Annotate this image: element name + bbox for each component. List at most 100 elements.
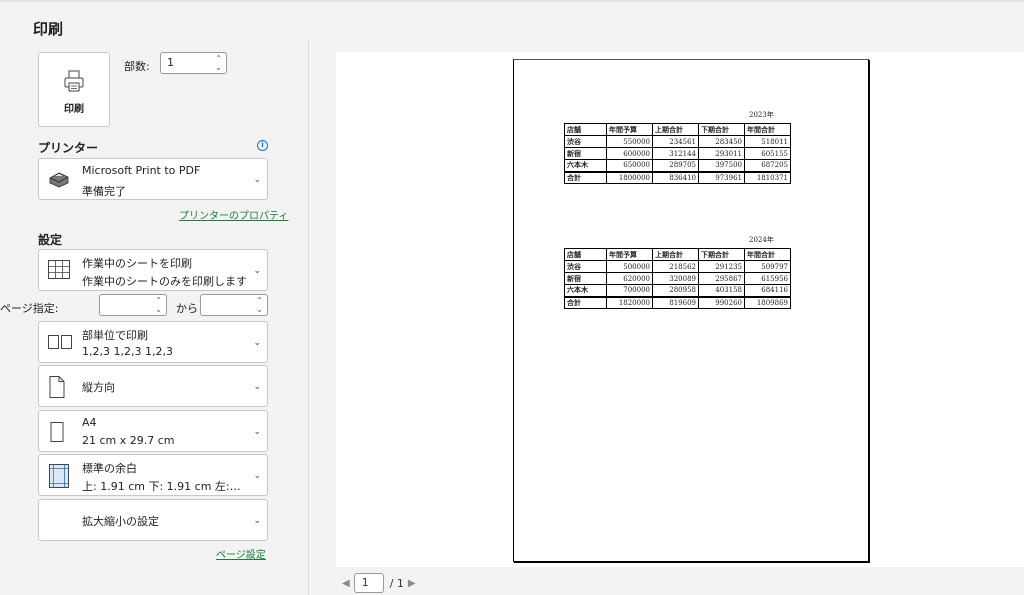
paper-size-line1: A4 (82, 416, 97, 429)
table-cell: 509797 (744, 260, 791, 273)
table-cell: 年間合計 (744, 248, 791, 261)
printer-device-icon (49, 172, 69, 188)
table-cell: 店舗 (564, 248, 607, 261)
table-cell: 973961 (698, 170, 745, 184)
page-title: 印刷 (33, 20, 64, 38)
margins-line1: 標準の余白 (82, 462, 137, 475)
table-cell: 293011 (698, 147, 745, 160)
table-cell: 六本木 (564, 159, 607, 172)
scaling-line1: 拡大縮小の設定 (82, 515, 159, 528)
next-page-icon[interactable]: ▶ (408, 578, 416, 589)
chevron-down-icon: ⌄ (253, 382, 261, 392)
table-total-row: 合計 1800000 836410 973961 1810371 (564, 170, 791, 184)
table-row: 渋谷 500000 218562 291235 509797 (564, 260, 791, 273)
printer-icon (64, 70, 84, 92)
prev-page-icon[interactable]: ◀ (342, 578, 350, 589)
panel-divider (308, 40, 309, 595)
table-cell: 320089 (652, 272, 699, 285)
collate-line2: 1,2,3 1,2,3 1,2,3 (82, 345, 173, 358)
table-cell: 1810371 (744, 170, 791, 184)
printer-select[interactable]: Microsoft Print to PDF 準備完了 ⌄ (38, 158, 268, 200)
paper-size-select[interactable]: A4 21 cm x 29.7 cm ⌄ (38, 410, 268, 452)
stepper-arrows-icon[interactable]: ⌃ ⌄ (256, 296, 263, 314)
table-cell: 615956 (744, 272, 791, 285)
table-cell: 1800000 (606, 170, 653, 184)
pages-label: ページ指定: (0, 302, 59, 315)
table-cell: 1809869 (744, 295, 791, 309)
stepper-arrows-icon[interactable]: ⌃ ⌄ (155, 296, 162, 314)
stepper-arrows-icon[interactable]: ⌃ ⌄ (215, 54, 222, 72)
table-row: 新宿 600000 312144 293011 605155 (564, 147, 791, 160)
margins-select[interactable]: 標準の余白 上: 1.91 cm 下: 1.91 cm 左:… ⌄ (38, 454, 268, 496)
table-cell: 312144 (652, 147, 699, 160)
table-cell: 289705 (652, 159, 699, 172)
table-year-label: 2024年 (749, 236, 774, 244)
chevron-down-icon: ⌄ (253, 175, 261, 185)
page-setup-link[interactable]: ページ設定 (216, 546, 266, 561)
table-cell: 600000 (606, 147, 653, 160)
table-cell: 年間予算 (606, 123, 653, 136)
sheet-grid-icon (48, 260, 70, 279)
orientation-select[interactable]: 縦方向 ⌄ (38, 365, 268, 407)
table-cell: 403158 (698, 284, 745, 297)
table-cell: 店舗 (564, 123, 607, 136)
chevron-down-icon: ⌄ (253, 427, 261, 437)
orientation-line1: 縦方向 (82, 381, 115, 394)
page-navigator: ◀ 1 / 1 ▶ (338, 572, 420, 594)
copies-label: 部数: (124, 60, 150, 73)
table-cell: 渋谷 (564, 135, 607, 148)
table-header-row: 店舗 年間予算 上期合計 下期合計 年間合計 (564, 123, 791, 136)
collate-icon (48, 335, 72, 349)
chevron-down-icon: ⌄ (253, 471, 261, 481)
table-cell: 500000 (606, 260, 653, 273)
table-cell: 687205 (744, 159, 791, 172)
table-cell: 六本木 (564, 284, 607, 297)
table-cell: 650000 (606, 159, 653, 172)
settings-heading: 設定 (38, 233, 63, 247)
scaling-select[interactable]: 拡大縮小の設定 ⌄ (38, 499, 268, 541)
copies-stepper[interactable]: 1 ⌃ ⌄ (160, 52, 227, 74)
print-button-label: 印刷 (64, 104, 84, 115)
pages-to-stepper[interactable]: ⌃ ⌄ (200, 294, 268, 316)
table-cell: 605155 (744, 147, 791, 160)
table-cell: 下期合計 (698, 248, 745, 261)
print-what-line2: 作業中のシートのみを印刷します (82, 275, 247, 288)
printer-name: Microsoft Print to PDF (82, 164, 201, 177)
table-cell: 年間合計 (744, 123, 791, 136)
preview-table: 店舗 年間予算 上期合計 下期合計 年間合計 渋谷 550000 234561 283450 51… (564, 123, 791, 184)
table-cell: 819609 (652, 295, 699, 309)
paper-size-line2: 21 cm x 29.7 cm (82, 434, 175, 447)
printer-status: 準備完了 (82, 185, 126, 198)
print-button[interactable]: 印刷 (38, 52, 110, 127)
table-cell: 291235 (698, 260, 745, 273)
portrait-page-icon (49, 376, 65, 398)
table-cell: 下期合計 (698, 123, 745, 136)
total-pages: / 1 (389, 576, 404, 590)
table-cell: 836410 (652, 170, 699, 184)
table-cell: 新宿 (564, 147, 607, 160)
print-what-select[interactable]: 作業中のシートを印刷 作業中のシートのみを印刷します ⌄ (38, 249, 268, 291)
table-cell: 合計 (564, 170, 607, 184)
table-cell: 620000 (606, 272, 653, 285)
table-header-row: 店舗 年間予算 上期合計 下期合計 年間合計 (564, 248, 791, 261)
table-cell: 295867 (698, 272, 745, 285)
chevron-down-icon: ⌄ (253, 338, 261, 348)
collate-line1: 部単位で印刷 (82, 329, 148, 342)
collate-select[interactable]: 部単位で印刷 1,2,3 1,2,3 1,2,3 ⌄ (38, 321, 268, 363)
table-cell: 234561 (652, 135, 699, 148)
chevron-down-icon: ⌄ (253, 266, 261, 276)
table-year-label: 2023年 (749, 111, 774, 119)
table-cell: 上期合計 (652, 248, 699, 261)
margins-icon (49, 464, 69, 488)
current-page-input[interactable]: 1 (353, 573, 384, 593)
print-settings-panel: 印刷 印刷 部数: 1 ⌃ ⌄ プリンター i Microsoft Print t… (0, 0, 310, 595)
info-icon[interactable]: i (257, 140, 268, 151)
pages-from-stepper[interactable]: ⌃ ⌄ (99, 294, 167, 316)
table-cell: 283450 (698, 135, 745, 148)
table-cell: 684116 (744, 284, 791, 297)
print-what-line1: 作業中のシートを印刷 (82, 257, 192, 270)
table-cell: 年間予算 (606, 248, 653, 261)
printer-properties-link[interactable]: プリンターのプロパティ (179, 207, 288, 222)
table-cell: 218562 (652, 260, 699, 273)
table-cell: 397500 (698, 159, 745, 172)
